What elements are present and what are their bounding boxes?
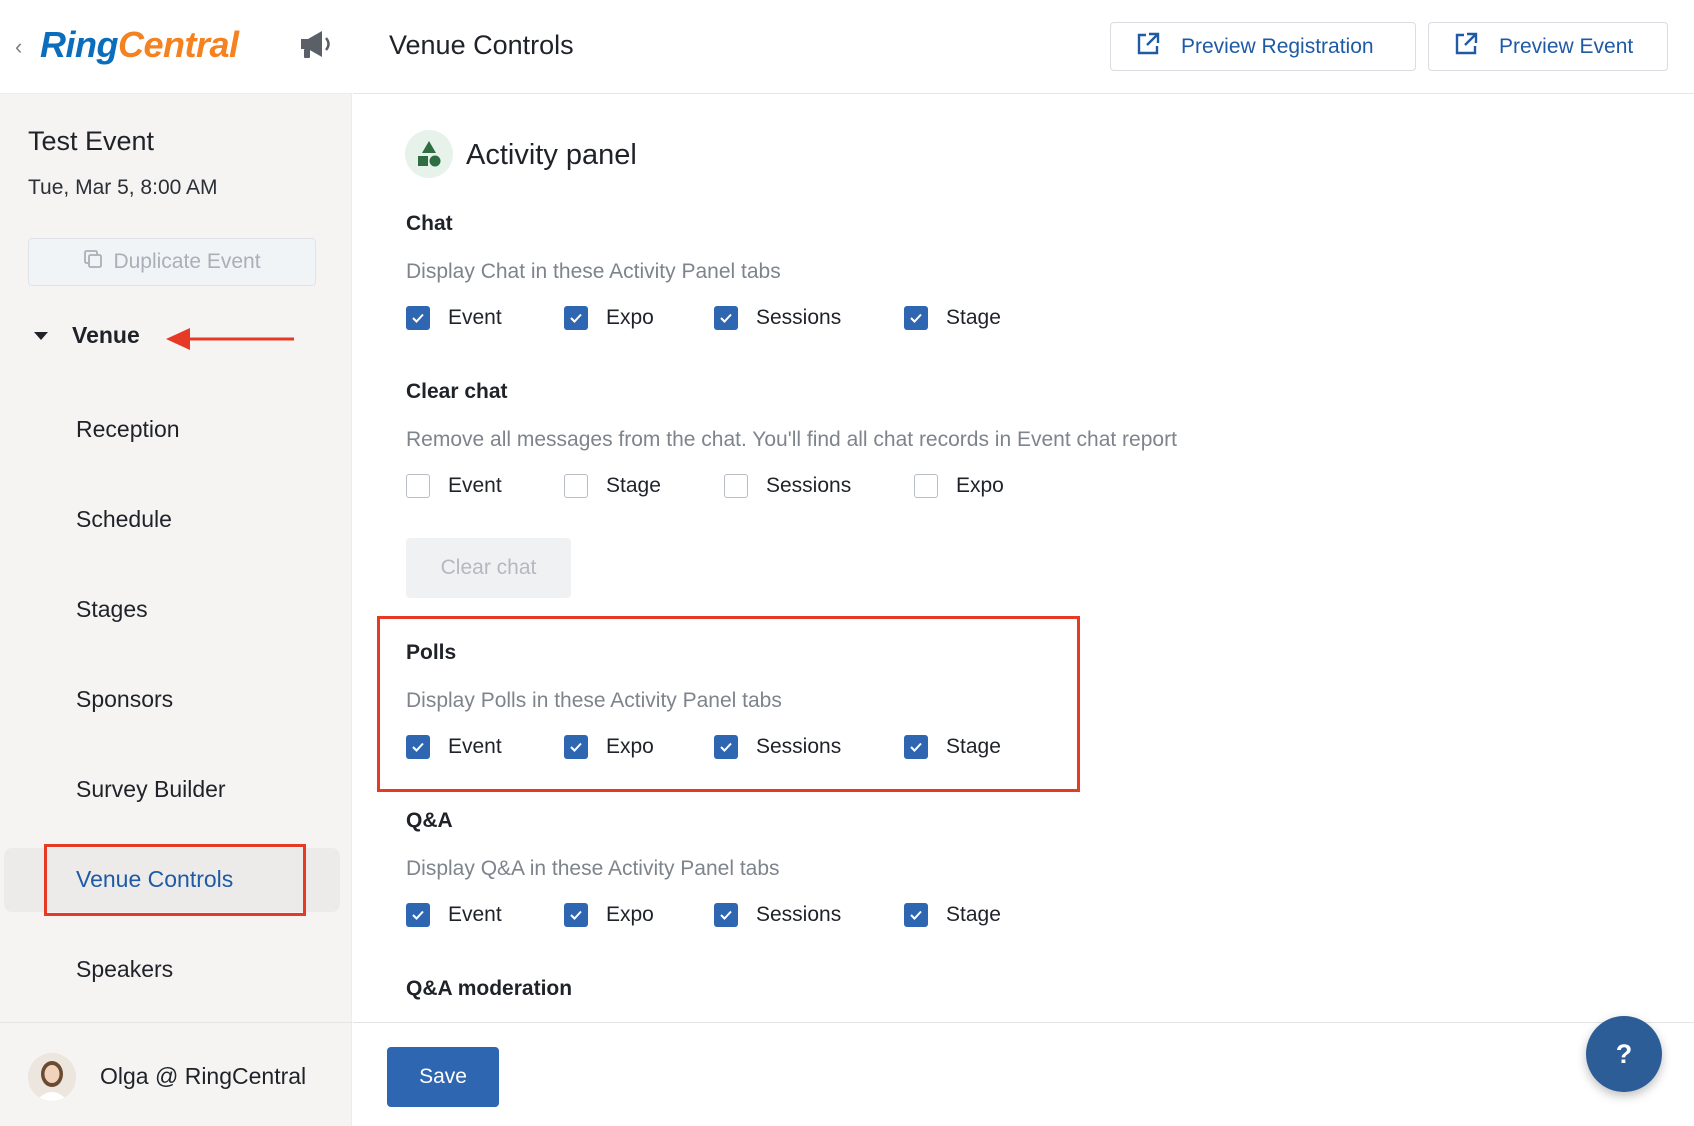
preview-registration-button[interactable]: Preview Registration (1110, 22, 1416, 71)
chat-stage-checkbox[interactable]: Stage (904, 306, 1001, 330)
checkbox-unchecked-icon (564, 474, 588, 498)
event-date: Tue, Mar 5, 8:00 AM (28, 176, 218, 199)
checkbox-checked-icon (406, 735, 430, 759)
checkbox-unchecked-icon (724, 474, 748, 498)
user-profile[interactable]: Olga @ RingCentral (0, 1022, 352, 1126)
logo-bar: ‹ RingCentral (0, 0, 352, 94)
qa-sessions-checkbox[interactable]: Sessions (714, 903, 841, 927)
clear-stage-checkbox[interactable]: Stage (564, 474, 661, 498)
sidebar-item-schedule[interactable]: Schedule (76, 506, 172, 533)
header: Venue Controls Preview Registration Prev… (353, 0, 1694, 94)
sidebar-item-sponsors[interactable]: Sponsors (76, 686, 173, 713)
duplicate-event-label: Duplicate Event (113, 250, 261, 273)
qa-stage-checkbox[interactable]: Stage (904, 903, 1001, 927)
checkbox-unchecked-icon (914, 474, 938, 498)
checkbox-checked-icon (714, 306, 738, 330)
clear-expo-checkbox[interactable]: Expo (914, 474, 1004, 498)
polls-title: Polls (406, 641, 457, 664)
clear-chat-description: Remove all messages from the chat. You'l… (406, 428, 1177, 451)
preview-event-label: Preview Event (1499, 34, 1634, 58)
footer: Save (353, 1022, 1694, 1126)
clear-sessions-checkbox[interactable]: Sessions (724, 474, 851, 498)
chat-title: Chat (406, 212, 453, 235)
save-button[interactable]: Save (387, 1047, 499, 1107)
sidebar-item-speakers[interactable]: Speakers (76, 956, 173, 983)
checkbox-checked-icon (904, 903, 928, 927)
venue-label: Venue (72, 322, 140, 348)
polls-description: Display Polls in these Activity Panel ta… (406, 689, 782, 712)
annotation-box-venue-controls (44, 844, 306, 916)
qa-description: Display Q&A in these Activity Panel tabs (406, 857, 780, 880)
checkbox-checked-icon (904, 735, 928, 759)
chat-event-checkbox[interactable]: Event (406, 306, 502, 330)
polls-event-checkbox[interactable]: Event (406, 735, 502, 759)
clear-chat-button[interactable]: Clear chat (406, 538, 571, 598)
sidebar: ‹ RingCentral Test Event Tue, Mar 5, 8:0… (0, 0, 352, 1126)
help-button[interactable]: ? (1586, 1016, 1662, 1092)
page-title: Venue Controls (389, 30, 574, 60)
checkbox-unchecked-icon (406, 474, 430, 498)
qa-event-checkbox[interactable]: Event (406, 903, 502, 927)
user-name: Olga @ RingCentral (100, 1063, 307, 1089)
annotation-arrow-icon (166, 328, 294, 350)
polls-stage-checkbox[interactable]: Stage (904, 735, 1001, 759)
sidebar-item-reception[interactable]: Reception (76, 416, 180, 443)
duplicate-event-button[interactable]: Duplicate Event (28, 238, 316, 286)
venue-group-toggle[interactable]: Venue (34, 322, 140, 349)
checkbox-checked-icon (904, 306, 928, 330)
checkbox-checked-icon (564, 903, 588, 927)
checkbox-checked-icon (714, 735, 738, 759)
checkbox-checked-icon (714, 903, 738, 927)
polls-sessions-checkbox[interactable]: Sessions (714, 735, 841, 759)
chat-description: Display Chat in these Activity Panel tab… (406, 260, 781, 283)
checkbox-checked-icon (564, 306, 588, 330)
chat-sessions-checkbox[interactable]: Sessions (714, 306, 841, 330)
qa-moderation-title: Q&A moderation (406, 977, 573, 1000)
event-title: Test Event (28, 126, 155, 156)
copy-icon (83, 249, 103, 275)
ringcentral-logo[interactable]: RingCentral (40, 24, 239, 66)
qa-title: Q&A (406, 809, 453, 832)
external-link-icon (1453, 31, 1479, 63)
chat-expo-checkbox[interactable]: Expo (564, 306, 654, 330)
section-title: Activity panel (466, 139, 637, 171)
external-link-icon (1135, 31, 1161, 63)
avatar[interactable] (28, 1053, 76, 1101)
checkbox-checked-icon (406, 306, 430, 330)
checkbox-checked-icon (564, 735, 588, 759)
shapes-icon (405, 130, 453, 178)
megaphone-icon[interactable] (298, 28, 334, 65)
clear-chat-title: Clear chat (406, 380, 508, 403)
sidebar-item-stages[interactable]: Stages (76, 596, 148, 623)
caret-down-icon (34, 331, 48, 340)
clear-event-checkbox[interactable]: Event (406, 474, 502, 498)
sidebar-item-survey-builder[interactable]: Survey Builder (76, 776, 226, 803)
preview-event-button[interactable]: Preview Event (1428, 22, 1668, 71)
qa-expo-checkbox[interactable]: Expo (564, 903, 654, 927)
polls-expo-checkbox[interactable]: Expo (564, 735, 654, 759)
checkbox-checked-icon (406, 903, 430, 927)
back-chevron-icon[interactable]: ‹ (15, 34, 22, 60)
preview-registration-label: Preview Registration (1181, 34, 1374, 58)
